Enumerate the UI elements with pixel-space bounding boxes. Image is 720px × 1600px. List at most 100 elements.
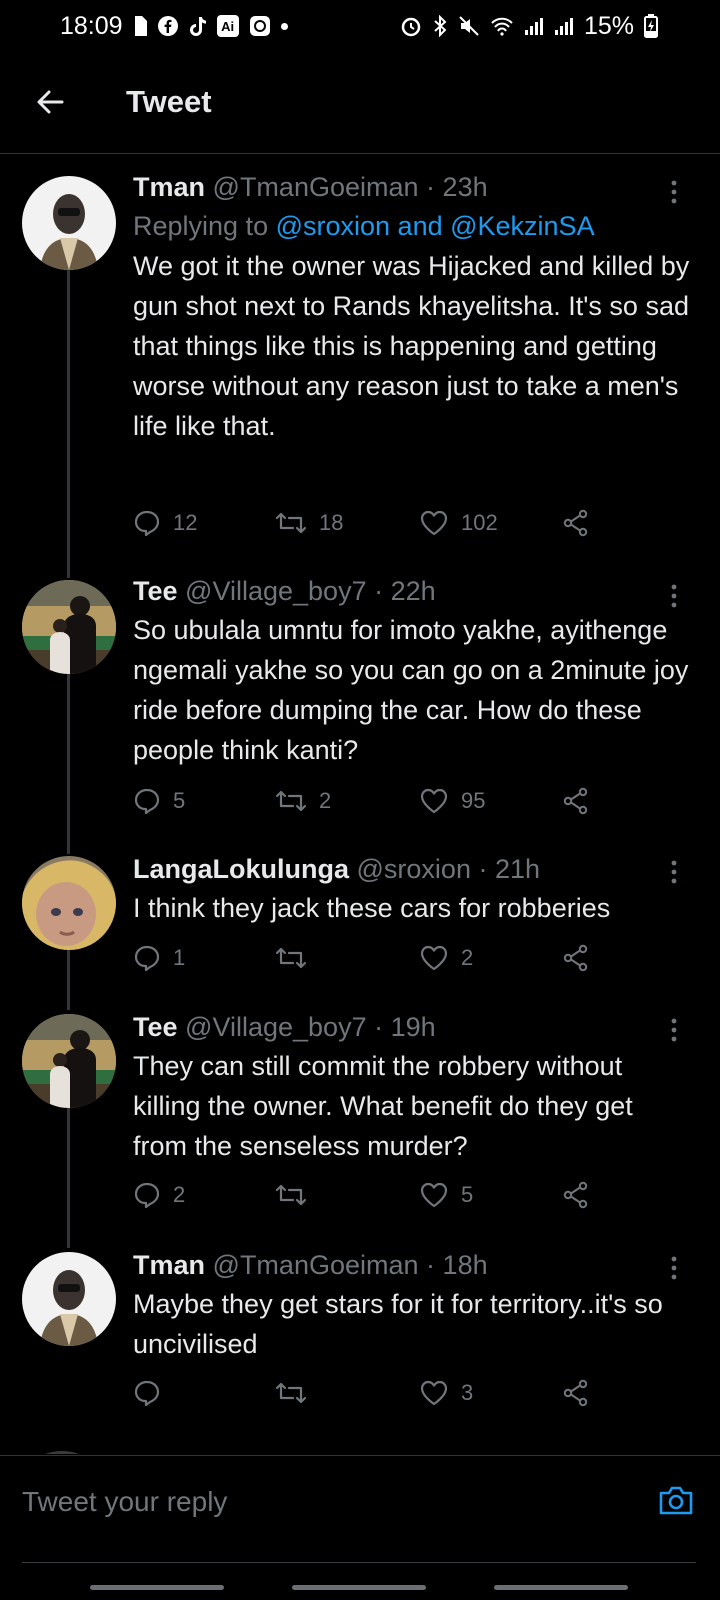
retweet-button[interactable]: [275, 1175, 319, 1215]
tweet-text: We got it the owner was Hijacked and kil…: [133, 251, 690, 441]
author-name[interactable]: Tee: [133, 576, 178, 606]
reply-count: 2: [173, 1182, 186, 1207]
more-options-button[interactable]: [654, 576, 694, 616]
like-count: 2: [461, 945, 474, 970]
partial-tweet[interactable]: [0, 1446, 720, 1454]
avatar[interactable]: [22, 580, 116, 674]
tweet-actions: 12 18 102: [133, 503, 613, 543]
tweet-actions: 1 2: [133, 938, 613, 978]
more-vertical-icon: [671, 180, 677, 204]
more-options-button[interactable]: [654, 852, 694, 892]
tweet-time: 19h: [390, 1012, 436, 1042]
retweet-button[interactable]: 18: [275, 503, 343, 543]
like-count: 102: [461, 510, 498, 535]
retweet-button[interactable]: [275, 938, 319, 978]
status-bar: 18:09 Ai 15%: [0, 0, 720, 52]
tweet-body: Tee @Village_boy7 · 22h So ubulala umntu…: [133, 572, 694, 770]
like-button[interactable]: 5: [419, 1175, 473, 1215]
reply-button[interactable]: [133, 1373, 173, 1413]
like-button[interactable]: 3: [419, 1373, 473, 1413]
reply-composer: [0, 1456, 720, 1560]
heart-icon: [420, 945, 448, 971]
share-button[interactable]: [562, 781, 590, 821]
replying-to: Replying to @sroxion and @KekzinSA: [133, 206, 694, 246]
like-button[interactable]: 102: [419, 503, 498, 543]
retweet-icon: [275, 512, 307, 534]
nav-recent-apps[interactable]: [90, 1585, 224, 1590]
author-handle[interactable]: @TmanGoeiman: [213, 1250, 419, 1280]
tweet-time: 18h: [442, 1250, 488, 1280]
tweet-text: Maybe they get stars for it for territor…: [133, 1289, 663, 1359]
more-options-button[interactable]: [654, 172, 694, 212]
retweet-icon: [275, 1184, 307, 1206]
separator-dot: ·: [478, 854, 488, 884]
comment-icon: [134, 1182, 160, 1209]
reply-button[interactable]: 5: [133, 781, 185, 821]
avatar[interactable]: [22, 176, 116, 270]
back-button[interactable]: [20, 72, 80, 132]
retweet-button[interactable]: 2: [275, 781, 331, 821]
share-icon: [563, 787, 588, 815]
more-vertical-icon: [671, 1018, 677, 1042]
like-button[interactable]: 2: [419, 938, 473, 978]
tweet[interactable]: Tman @TmanGoeiman · 18h Maybe they get s…: [0, 1238, 720, 1448]
camera-button[interactable]: [656, 1480, 696, 1520]
gallery-icon: [249, 15, 271, 37]
replying-to-label: Replying to: [133, 211, 269, 241]
reply-button[interactable]: 1: [133, 938, 185, 978]
reply-button[interactable]: 12: [133, 503, 197, 543]
author-handle[interactable]: @TmanGoeiman: [213, 172, 419, 202]
author-handle[interactable]: @Village_boy7: [185, 576, 367, 606]
nav-back[interactable]: [494, 1585, 628, 1590]
partial-avatar: [45, 1451, 79, 1454]
tweet-actions: 2 5: [133, 1175, 613, 1215]
page-title: Tweet: [126, 84, 212, 119]
share-button[interactable]: [562, 503, 590, 543]
avatar[interactable]: [22, 1252, 116, 1346]
more-options-button[interactable]: [654, 1010, 694, 1050]
avatar[interactable]: [22, 1014, 116, 1108]
battery-percent: 15%: [583, 11, 634, 40]
app-header: Tweet: [0, 62, 720, 142]
author-name[interactable]: Tman: [133, 1250, 205, 1280]
wifi-icon: [490, 16, 514, 36]
share-button[interactable]: [562, 938, 590, 978]
share-button[interactable]: [562, 1373, 590, 1413]
reply-count: 12: [173, 510, 198, 535]
mention-link[interactable]: @sroxion and @KekzinSA: [276, 211, 595, 241]
tweet[interactable]: Tee @Village_boy7 · 19h They can still c…: [0, 1000, 720, 1236]
more-vertical-icon: [671, 860, 677, 884]
heart-icon: [420, 788, 448, 814]
author-name[interactable]: LangaLokulunga: [133, 854, 349, 884]
reply-count: 5: [173, 788, 186, 813]
share-icon: [563, 944, 588, 972]
retweet-count: 18: [319, 510, 344, 535]
reply-thread: Tman @TmanGoeiman · 23h Replying to @sro…: [0, 154, 720, 1454]
retweet-icon: [275, 947, 307, 969]
more-options-button[interactable]: [654, 1248, 694, 1288]
tiktok-icon: [189, 15, 207, 37]
avatar[interactable]: [22, 856, 116, 950]
author-handle[interactable]: @sroxion: [357, 854, 471, 884]
like-count: 95: [461, 788, 486, 813]
retweet-icon: [275, 1382, 307, 1404]
tweet[interactable]: LangaLokulunga @sroxion · 21h I think th…: [0, 840, 720, 1000]
like-button[interactable]: 95: [419, 781, 485, 821]
author-name[interactable]: Tee: [133, 1012, 178, 1042]
tweet-text: They can still commit the robbery withou…: [133, 1051, 633, 1161]
heart-icon: [420, 1182, 448, 1208]
reply-input[interactable]: [22, 1478, 622, 1526]
more-vertical-icon: [671, 584, 677, 608]
retweet-button[interactable]: [275, 1373, 319, 1413]
tweet-actions: 5 2 95: [133, 781, 613, 821]
tweet[interactable]: Tman @TmanGoeiman · 23h Replying to @sro…: [0, 154, 720, 554]
author-name[interactable]: Tman: [133, 172, 205, 202]
nav-home[interactable]: [292, 1585, 426, 1590]
tweet-actions: 3: [133, 1373, 613, 1413]
author-handle[interactable]: @Village_boy7: [185, 1012, 367, 1042]
reply-button[interactable]: 2: [133, 1175, 185, 1215]
share-button[interactable]: [562, 1175, 590, 1215]
tweet[interactable]: Tee @Village_boy7 · 22h So ubulala umntu…: [0, 558, 720, 840]
heart-icon: [420, 510, 448, 536]
like-count: 5: [461, 1182, 474, 1207]
